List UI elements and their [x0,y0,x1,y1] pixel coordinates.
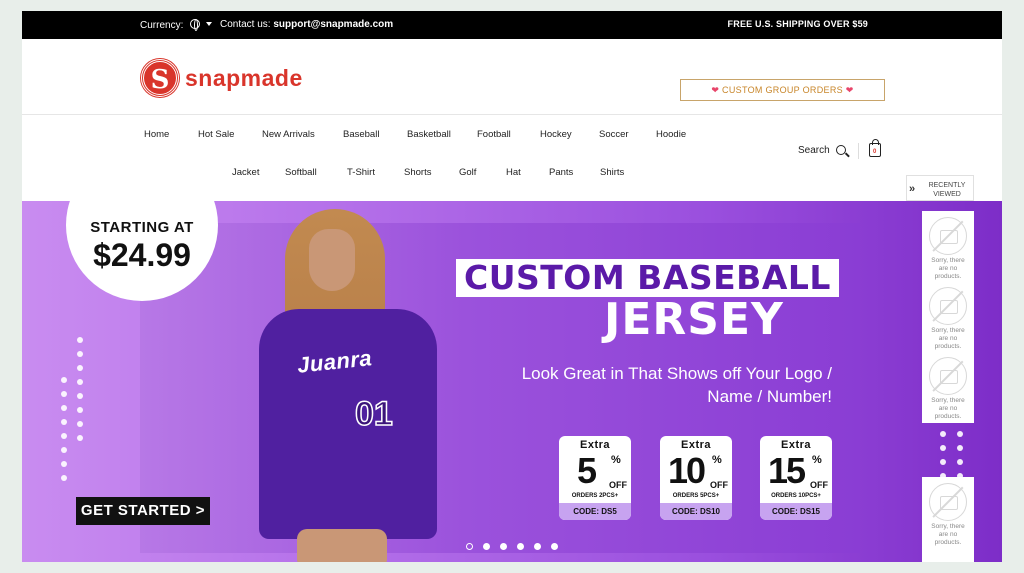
coupon-code: CODE: DS15 [760,503,832,520]
site-header: S snapmade ❤ CUSTOM GROUP ORDERS ❤ [22,39,1002,115]
headline-jersey: JERSEY [604,294,784,345]
nav-basketball[interactable]: Basketball [407,129,451,140]
slide-dot-4[interactable] [517,543,524,550]
search-button[interactable]: Search [798,145,847,156]
contact-email-link[interactable]: support@snapmade.com [273,19,393,30]
model-photo: Juanra 01 [237,209,437,562]
nav-pants[interactable]: Pants [549,167,573,178]
search-label: Search [798,145,830,156]
coupon-code: CODE: DS10 [660,503,732,520]
starting-price: $24.99 [93,237,191,273]
image-placeholder-icon [929,483,967,521]
slide-dot-2[interactable] [483,543,490,550]
slide-dot-6[interactable] [551,543,558,550]
contact-info: Contact us: support@snapmade.com [220,19,393,30]
globe-icon [190,19,201,31]
nav-t-shirt[interactable]: T-Shirt [347,167,375,178]
no-products-text: Sorry, there are no products. [931,327,965,350]
slide-dot-3[interactable] [500,543,507,550]
nav-hot-sale[interactable]: Hot Sale [198,129,234,140]
coupon-code: CODE: DS5 [559,503,631,520]
nav-hat[interactable]: Hat [506,167,521,178]
coupon-ds5: Extra 5 % OFF ORDERS 2PCS+ CODE: DS5 [559,436,631,520]
no-products-text: Sorry, there are no products. [931,397,965,420]
nav-new-arrivals[interactable]: New Arrivals [262,129,315,140]
recently-viewed-panel: Sorry, there are no products. Sorry, the… [922,211,974,423]
header-divider [858,143,859,159]
nav-jacket[interactable]: Jacket [232,167,259,178]
double-chevron-right-icon[interactable]: » [909,183,915,195]
jersey-image [259,309,437,539]
image-placeholder-icon [929,217,967,255]
caret-down-icon [205,22,212,26]
no-products-text: Sorry, there are no products. [931,523,965,546]
nav-hoodie[interactable]: Hoodie [656,129,686,140]
recently-viewed-header[interactable]: RECENTLY VIEWED [906,175,974,201]
get-started-button[interactable]: GET STARTED > [76,497,210,525]
page: Currency: Contact us: support@snapmade.c… [22,11,1002,562]
nav-softball[interactable]: Softball [285,167,317,178]
heart-icon: ❤ [711,85,720,95]
image-placeholder-icon [929,287,967,325]
search-icon [836,145,847,155]
recently-viewed-panel-lower: Sorry, there are no products. [922,477,974,562]
main-nav: Home Hot Sale New Arrivals Baseball Bask… [22,115,1002,201]
logo-mark-icon: S [141,59,179,97]
model-legs [297,529,387,562]
currency-label: Currency: [140,20,184,31]
currency-selector[interactable]: Currency: [140,19,212,31]
coupon-ds10: Extra 10 % OFF ORDERS 5PCS+ CODE: DS10 [660,436,732,520]
nav-baseball[interactable]: Baseball [343,129,379,140]
nav-home[interactable]: Home [144,129,169,140]
tagline: Look Great in That Shows off Your Logo /… [521,364,832,406]
logo-text: snapmade [185,64,303,91]
logo[interactable]: S snapmade [141,59,303,97]
custom-group-orders-button[interactable]: ❤ CUSTOM GROUP ORDERS ❤ [680,79,885,101]
custom-group-orders-label: CUSTOM GROUP ORDERS [722,85,843,95]
coupon-ds15: Extra 15 % OFF ORDERS 10PCS+ CODE: DS15 [760,436,832,520]
top-bar: Currency: Contact us: support@snapmade.c… [22,11,1002,39]
free-shipping-notice: FREE U.S. SHIPPING OVER $59 [727,19,868,29]
nav-shirts[interactable]: Shirts [600,167,624,178]
image-placeholder-icon [929,357,967,395]
nav-football[interactable]: Football [477,129,511,140]
headline-custom-baseball: CUSTOM BASEBALL [456,259,839,297]
cart-icon[interactable]: 0 [869,139,881,157]
nav-soccer[interactable]: Soccer [599,129,629,140]
contact-label: Contact us: [220,19,271,30]
slide-dot-5[interactable] [534,543,541,550]
heart-icon: ❤ [845,85,854,95]
nav-golf[interactable]: Golf [459,167,476,178]
recently-viewed-title: RECENTLY VIEWED [928,182,966,198]
jersey-number-text: 01 [354,394,393,434]
no-products-text: Sorry, there are no products. [931,257,965,280]
starting-at-label: STARTING AT [90,219,194,236]
cart-count-badge: 0 [873,149,877,155]
nav-hockey[interactable]: Hockey [540,129,572,140]
model-face [309,229,355,291]
hero-banner[interactable]: STARTING AT $24.99 Juanra 01 CUSTOM BASE… [22,201,1002,562]
nav-shorts[interactable]: Shorts [404,167,431,178]
slide-dot-1[interactable] [466,543,473,550]
